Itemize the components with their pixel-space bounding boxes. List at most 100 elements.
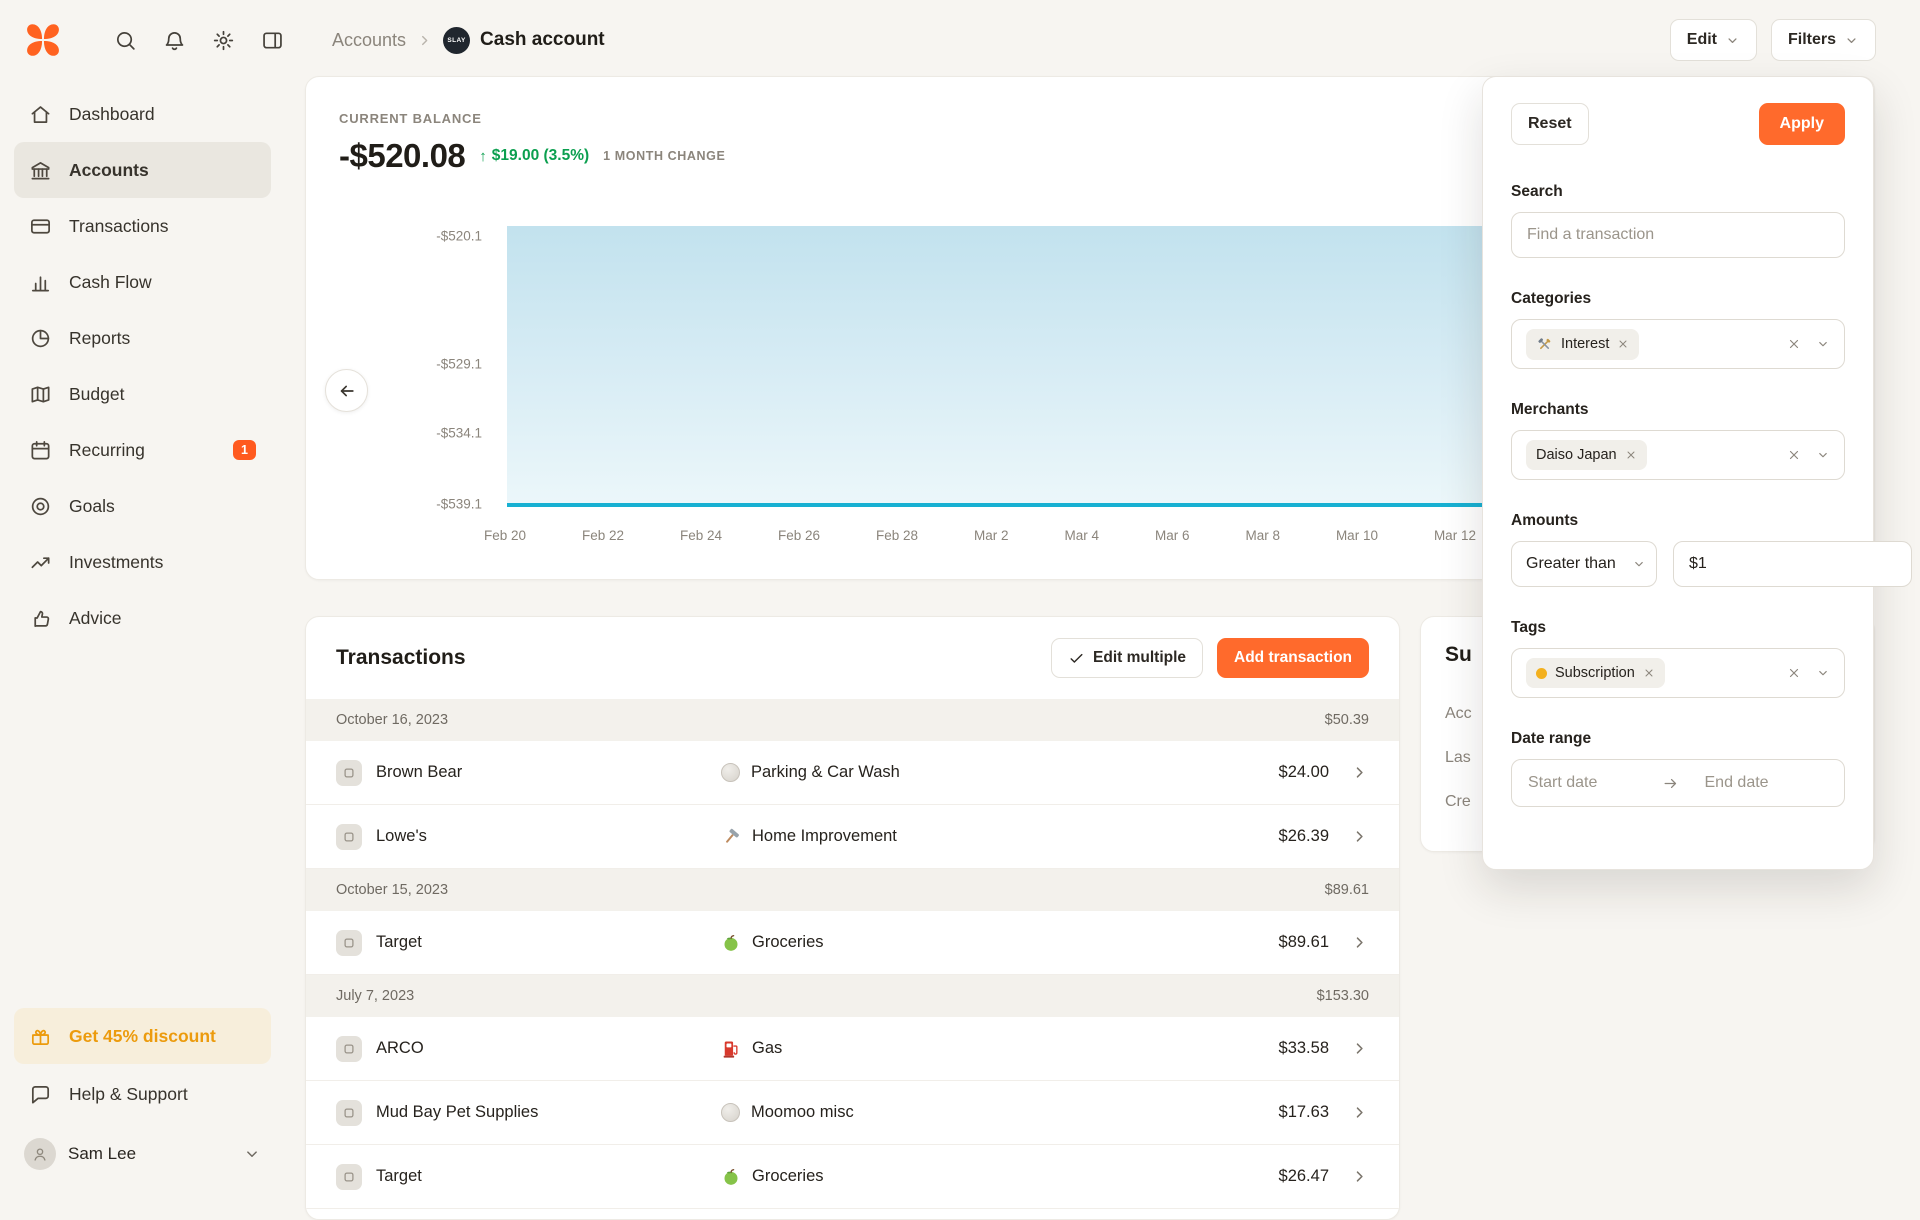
sidebar-item-label: Dashboard [69, 104, 155, 125]
sidebar-item-label: Goals [69, 496, 115, 517]
x-tick-label: Mar 6 [1155, 528, 1190, 543]
category-cell: Groceries [721, 1167, 1279, 1187]
tags-select[interactable]: Subscription [1511, 648, 1845, 698]
amount-operator-select[interactable]: Greater than [1511, 541, 1657, 587]
sidebar: DashboardAccountsTransactionsCash FlowRe… [0, 80, 285, 1200]
chip-label: Interest [1561, 336, 1609, 352]
filters-button-label: Filters [1788, 31, 1836, 49]
group-total: $89.61 [1325, 882, 1369, 898]
sidebar-toggle-icon[interactable] [261, 29, 284, 52]
sidebar-item-label: Accounts [69, 160, 149, 181]
search-icon[interactable] [114, 29, 137, 52]
merchant-chip-daiso-japan[interactable]: Daiso Japan [1526, 440, 1647, 470]
search-input[interactable] [1511, 212, 1845, 258]
sidebar-item-help-support[interactable]: Help & Support [14, 1066, 271, 1122]
image-placeholder-icon [340, 828, 358, 846]
add-transaction-button[interactable]: Add transaction [1217, 638, 1369, 678]
merchants-select[interactable]: Daiso Japan [1511, 430, 1845, 480]
category-chip-interest[interactable]: Interest [1526, 329, 1639, 360]
sidebar-item-investments[interactable]: Investments [14, 534, 271, 590]
help-label: Help & Support [69, 1084, 188, 1105]
sidebar-item-budget[interactable]: Budget [14, 366, 271, 422]
credit-card-icon [29, 215, 52, 238]
breadcrumb: Accounts SLAY Cash account [332, 27, 605, 54]
chat-bubble-icon [29, 1083, 52, 1106]
transaction-row[interactable]: TargetGroceries$89.61 [306, 911, 1399, 975]
category-cell: Gas [721, 1039, 1279, 1059]
merchant-logo-placeholder-icon [336, 760, 362, 786]
sidebar-item-label: Transactions [69, 216, 169, 237]
page-title: Cash account [480, 29, 605, 51]
user-menu[interactable]: Sam Lee [14, 1124, 271, 1184]
date-range-input[interactable]: Start date End date [1511, 759, 1845, 807]
merchant-logo-placeholder-icon [336, 930, 362, 956]
transaction-amount: $24.00 [1279, 763, 1329, 782]
sidebar-item-goals[interactable]: Goals [14, 478, 271, 534]
chevron-right-icon [1350, 763, 1369, 782]
balance-value: -$520.08 [339, 137, 465, 175]
clear-select-icon[interactable] [1787, 448, 1801, 462]
clear-select-icon[interactable] [1787, 666, 1801, 680]
transaction-row[interactable]: TargetGroceries$26.47 [306, 1145, 1399, 1209]
remove-chip-icon[interactable] [1617, 338, 1629, 350]
transaction-row[interactable]: Mud Bay Pet Supplies Moomoo misc $17.63 [306, 1081, 1399, 1145]
edit-multiple-button[interactable]: Edit multiple [1051, 638, 1203, 678]
end-date-field[interactable]: End date [1689, 774, 1829, 792]
transaction-amount: $17.63 [1279, 1103, 1329, 1122]
merchants-label: Merchants [1511, 401, 1845, 419]
chevron-down-icon[interactable] [1816, 666, 1830, 680]
hammer-icon [721, 827, 741, 847]
sidebar-item-discount[interactable]: Get 45% discount [14, 1008, 271, 1064]
settings-gear-icon[interactable] [212, 29, 235, 52]
y-tick-label: -$539.1 [436, 496, 482, 511]
merchant-name: ARCO [376, 1039, 424, 1058]
select-controls [1787, 666, 1830, 680]
sidebar-item-reports[interactable]: Reports [14, 310, 271, 366]
breadcrumb-accounts-link[interactable]: Accounts [332, 30, 406, 51]
sidebar-item-transactions[interactable]: Transactions [14, 198, 271, 254]
edit-button[interactable]: Edit [1670, 19, 1757, 61]
sidebar-item-cash-flow[interactable]: Cash Flow [14, 254, 271, 310]
sidebar-item-accounts[interactable]: Accounts [14, 142, 271, 198]
transaction-row[interactable]: Brown BearParking & Car Wash$24.00 [306, 741, 1399, 805]
user-avatar [24, 1138, 56, 1170]
merchant-name: Mud Bay Pet Supplies [376, 1103, 538, 1122]
date-range-label: Date range [1511, 730, 1845, 748]
category-name: Groceries [752, 1167, 824, 1186]
category-name: Moomoo misc [751, 1103, 854, 1122]
merchant-logo-placeholder-icon [336, 1164, 362, 1190]
merchant-name: Target [376, 933, 422, 952]
chart-previous-period-button[interactable] [325, 369, 368, 412]
reset-button[interactable]: Reset [1511, 103, 1589, 145]
category-cell: Home Improvement [721, 827, 1279, 847]
categories-select[interactable]: Interest [1511, 319, 1845, 369]
x-tick-label: Mar 2 [974, 528, 1009, 543]
chip-label: Daiso Japan [1536, 447, 1617, 463]
app-logo-butterfly-icon[interactable] [24, 21, 62, 59]
notifications-bell-icon[interactable] [163, 29, 186, 52]
start-date-field[interactable]: Start date [1528, 774, 1652, 792]
tag-chip-subscription[interactable]: Subscription [1526, 658, 1665, 688]
sidebar-item-recurring[interactable]: Recurring1 [14, 422, 271, 478]
filters-button[interactable]: Filters [1771, 19, 1876, 61]
clear-select-icon[interactable] [1787, 337, 1801, 351]
topbar-icons [114, 29, 284, 52]
transactions-header: Transactions Edit multiple Add transacti… [306, 617, 1399, 699]
edit-multiple-label: Edit multiple [1093, 649, 1186, 667]
chevron-down-icon[interactable] [1816, 448, 1830, 462]
remove-chip-icon[interactable] [1643, 667, 1655, 679]
remove-chip-icon[interactable] [1625, 449, 1637, 461]
apply-button[interactable]: Apply [1759, 103, 1845, 145]
transaction-row[interactable]: ARCOGas$33.58 [306, 1017, 1399, 1081]
merchant-logo-placeholder-icon [336, 824, 362, 850]
image-placeholder-icon [340, 1104, 358, 1122]
sidebar-item-dashboard[interactable]: Dashboard [14, 86, 271, 142]
chevron-down-icon[interactable] [1816, 337, 1830, 351]
transaction-row[interactable]: Lowe'sHome Improvement$26.39 [306, 805, 1399, 869]
amount-value-input[interactable] [1673, 541, 1912, 587]
sidebar-item-advice[interactable]: Advice [14, 590, 271, 646]
category-name: Gas [752, 1039, 782, 1058]
filter-categories-group: Categories Interest [1511, 290, 1845, 369]
transactions-title: Transactions [336, 646, 1037, 670]
merchant-cell: Target [336, 1164, 721, 1190]
